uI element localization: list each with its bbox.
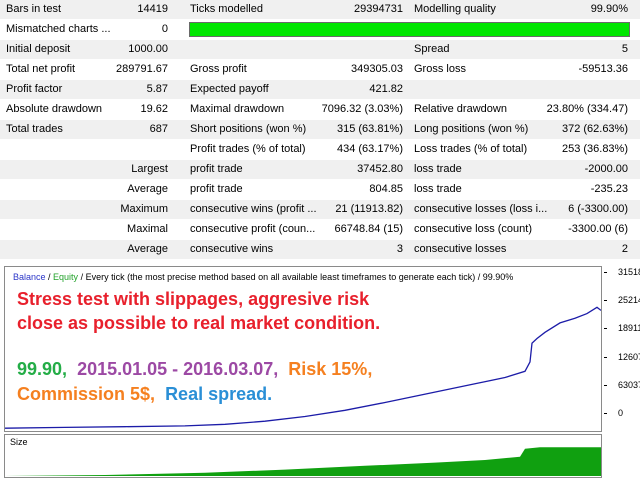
c1-value: 289791.67 bbox=[116, 63, 168, 75]
report-row: Bars in test 14419 Ticks modelled 29394731 M… bbox=[0, 0, 640, 19]
c2-value: 434 (63.17%) bbox=[336, 143, 403, 155]
y-tick-label: 0 bbox=[618, 408, 624, 418]
c1-value bbox=[6, 140, 168, 159]
size-label: Size bbox=[10, 437, 28, 447]
c1-value: Maximum bbox=[120, 203, 168, 215]
c3-value: 6 (-3300.00) bbox=[568, 203, 628, 215]
report-row: Maximal consecutive profit (coun... 66748.… bbox=[0, 220, 640, 239]
report-row: Profit trades (% of total) 434 (63.17%) Lo… bbox=[0, 140, 640, 159]
overlay-line-3: 99.90, 2015.01.05 - 2016.03.07, Risk 15%… bbox=[17, 359, 372, 380]
report-row: Largest profit trade 37452.80 loss trade -20… bbox=[0, 160, 640, 179]
c1-value: 687 bbox=[149, 123, 168, 135]
size-chart bbox=[5, 447, 601, 476]
c2-value: 421.82 bbox=[369, 83, 403, 95]
overlay-quality: 99.90, bbox=[17, 359, 68, 379]
report-row: Profit factor 5.87 Expected payoff 421.82 bbox=[0, 80, 640, 99]
c1-value: 0 bbox=[161, 23, 168, 35]
overlay-spread: Real spread. bbox=[165, 384, 273, 404]
c3-value: -2000.00 bbox=[584, 163, 628, 175]
report-row: Maximum consecutive wins (profit ... 21 (1… bbox=[0, 200, 640, 219]
overlay-line-1: Stress test with slippages, aggresive ri… bbox=[17, 289, 370, 309]
overlay-dates: 2015.01.05 - 2016.03.07, bbox=[77, 359, 279, 379]
report-row: Mismatched charts ... 0 bbox=[0, 20, 640, 39]
c2-value: 29394731 bbox=[354, 3, 403, 15]
c2-value: 66748.84 (15) bbox=[334, 223, 404, 235]
caption-separator: / bbox=[45, 272, 54, 282]
c3-value: 99.90% bbox=[590, 3, 628, 15]
c2-value: 804.85 bbox=[369, 183, 403, 195]
c2-value bbox=[190, 40, 403, 59]
y-tick-mark bbox=[604, 300, 607, 302]
overlay-line-2: close as possible to real market conditi… bbox=[17, 313, 381, 333]
y-tick-label: 63037 bbox=[618, 379, 640, 390]
overlay-line-4: Commission 5$, Real spread. bbox=[17, 384, 272, 405]
y-tick-label: 252146 bbox=[618, 295, 640, 306]
balance-chart-frame: Balance / Equity / Every tick (the most … bbox=[4, 266, 602, 432]
y-tick-mark bbox=[604, 356, 607, 358]
y-tick-mark bbox=[604, 384, 607, 386]
c3-value: 253 (36.83%) bbox=[561, 143, 628, 155]
y-tick-mark bbox=[604, 328, 607, 330]
balance-chart-panel: Balance / Equity / Every tick (the most … bbox=[0, 264, 640, 480]
c3-value: 5 bbox=[621, 43, 628, 55]
c3-value bbox=[414, 80, 628, 99]
c2-value: 7096.32 (3.03%) bbox=[321, 103, 403, 115]
y-tick-label: 189110 bbox=[618, 323, 640, 334]
caption-model: / Every tick (the most precise method ba… bbox=[78, 272, 514, 282]
y-tick-mark bbox=[604, 413, 607, 414]
c1-value: 14419 bbox=[137, 3, 168, 15]
report-row: Average profit trade 804.85 loss trade -235.… bbox=[0, 180, 640, 199]
c3-value: -235.23 bbox=[590, 183, 628, 195]
c1-value: 5.87 bbox=[146, 83, 168, 95]
c2-value: 349305.03 bbox=[351, 63, 403, 75]
y-axis: 315183 252146 189110 126073 63037 0 bbox=[604, 264, 640, 436]
size-area bbox=[5, 447, 601, 476]
caption-equity: Equity bbox=[53, 272, 79, 282]
caption-balance: Balance bbox=[13, 272, 46, 282]
overlay-commission: Commission 5$, bbox=[17, 384, 156, 404]
c1-value: Average bbox=[127, 183, 168, 195]
c1-value: Average bbox=[127, 243, 168, 255]
report-table: Bars in test 14419 Ticks modelled 29394731 M… bbox=[0, 0, 640, 262]
c1-value: Maximal bbox=[127, 223, 168, 235]
c3-value: -3300.00 (6) bbox=[568, 223, 628, 235]
overlay-risk: Risk 15%, bbox=[288, 359, 373, 379]
c3-value: -59513.36 bbox=[578, 63, 628, 75]
y-tick-label: 126073 bbox=[618, 351, 640, 362]
c3-value: 372 (62.63%) bbox=[561, 123, 628, 135]
c1-value: Largest bbox=[131, 163, 168, 175]
c2-value: 315 (63.81%) bbox=[336, 123, 403, 135]
c2-value: 21 (11913.82) bbox=[335, 203, 403, 215]
report-row: Total net profit 289791.67 Gross profit 349… bbox=[0, 60, 640, 79]
size-chart-frame: Size bbox=[4, 434, 602, 478]
report-row: Average consecutive wins 3 consecutive loss… bbox=[0, 240, 640, 259]
chart-caption: Balance / Equity / Every tick (the most … bbox=[13, 272, 513, 282]
report-row: Initial deposit 1000.00 Spread 5 bbox=[0, 40, 640, 59]
report-row: Absolute drawdown 19.62 Maximal drawdown 70… bbox=[0, 100, 640, 119]
c1-value: 1000.00 bbox=[128, 43, 168, 55]
modelling-quality-bar bbox=[189, 22, 630, 37]
c2-value: 37452.80 bbox=[357, 163, 403, 175]
c2-value: 3 bbox=[396, 243, 403, 255]
c1-value: 19.62 bbox=[140, 103, 168, 115]
report-row: Total trades 687 Short positions (won %) 31… bbox=[0, 120, 640, 139]
y-tick-mark bbox=[604, 272, 607, 273]
c3-value: 23.80% (334.47) bbox=[546, 103, 628, 115]
c3-value: 2 bbox=[621, 243, 628, 255]
y-tick-label: 315183 bbox=[618, 267, 640, 277]
